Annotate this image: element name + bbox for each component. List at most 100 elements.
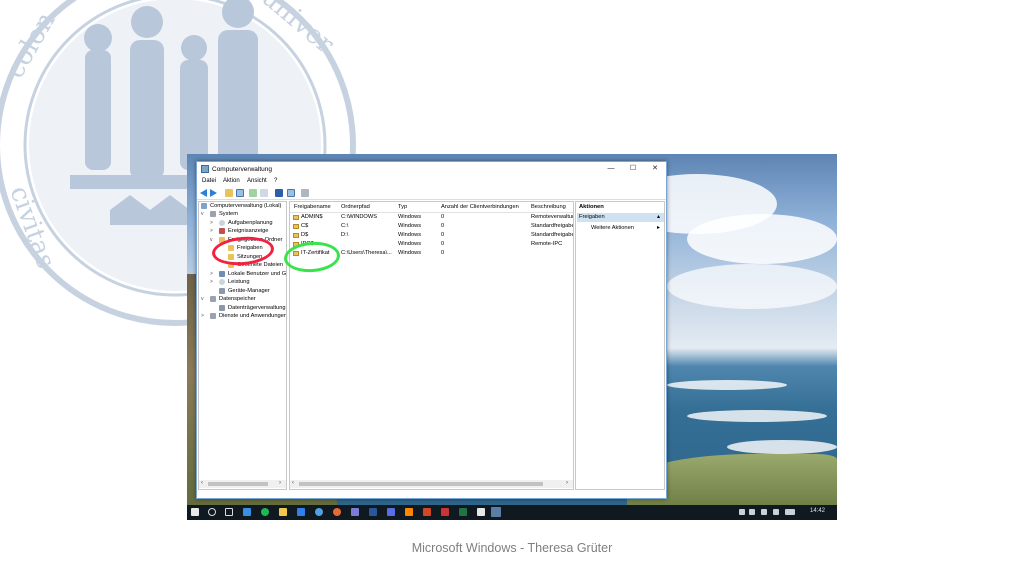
chevron-right-icon[interactable]: > <box>201 312 204 320</box>
scroll-left-icon[interactable]: ‹ <box>292 480 294 486</box>
title-bar[interactable]: Computerverwaltung — ☐ ✕ <box>197 162 666 177</box>
vlc-icon[interactable] <box>405 508 413 516</box>
actions-section-label: Freigaben <box>579 214 605 220</box>
menu-bar: Datei Aktion Ansicht ? <box>197 177 666 187</box>
menu-aktion[interactable]: Aktion <box>223 178 240 184</box>
windows-start-icon[interactable] <box>191 508 199 516</box>
app-icon[interactable] <box>477 508 485 516</box>
storage-icon <box>210 296 216 302</box>
minimize-button[interactable]: — <box>601 164 621 174</box>
tree-label: Aufgabenplanung <box>228 220 273 226</box>
computer-management-taskbar-icon[interactable] <box>491 507 501 517</box>
action-label: Weitere Aktionen <box>591 225 634 231</box>
column-header-row: Freigabename Ordnerpfad Typ Anzahl der C… <box>290 202 573 213</box>
column-header-beschreibung[interactable]: Beschreibung <box>531 204 566 210</box>
column-header-clientverbindungen[interactable]: Anzahl der Clientverbindungen <box>441 204 519 210</box>
cell-connections: 0 <box>441 232 445 238</box>
excel-icon[interactable] <box>459 508 467 516</box>
edge-icon[interactable] <box>243 508 251 516</box>
action-weitere-aktionen[interactable]: Weitere Aktionen ▸ <box>577 224 664 233</box>
surf-wave <box>727 440 837 454</box>
app-icon[interactable] <box>351 508 359 516</box>
cell-folder-path: D:\ <box>341 232 349 238</box>
tree-label: Datenspeicher <box>219 296 256 302</box>
volume-icon[interactable] <box>773 509 779 515</box>
spotify-icon[interactable] <box>261 508 269 516</box>
column-header-typ[interactable]: Typ <box>398 204 407 210</box>
cell-share-name: C$ <box>301 223 309 229</box>
chevron-right-icon[interactable]: > <box>210 227 213 235</box>
scroll-right-icon[interactable]: › <box>566 480 568 486</box>
tree-label: Ereignisanzeige <box>228 228 269 234</box>
menu-datei[interactable]: Datei <box>202 178 216 184</box>
firefox-icon[interactable] <box>333 508 341 516</box>
chevron-right-icon[interactable]: > <box>210 270 213 278</box>
pdf-icon[interactable] <box>441 508 449 516</box>
clock-icon <box>219 220 225 226</box>
cell-folder-path: C:\Users\Theresa\... <box>341 250 392 256</box>
cloud <box>687 214 837 264</box>
list-horizontal-scrollbar[interactable]: ‹ › <box>290 480 573 488</box>
browser-icon[interactable] <box>315 508 323 516</box>
submenu-arrow-icon: ▸ <box>657 225 661 231</box>
tree-label: Geräte-Manager <box>228 288 270 294</box>
menu-help[interactable]: ? <box>274 178 277 184</box>
folder-icon[interactable] <box>225 189 233 197</box>
app-icon[interactable] <box>387 508 395 516</box>
table-row[interactable]: ADMIN$ C:\WINDOWS Windows 0 Remoteverwal… <box>290 214 573 222</box>
shared-folder-icon <box>293 224 299 229</box>
close-button[interactable]: ✕ <box>645 164 665 174</box>
chevron-down-icon[interactable]: v <box>210 236 213 244</box>
chevron-right-icon[interactable]: > <box>210 219 213 227</box>
export-icon[interactable] <box>260 189 268 197</box>
actions-pane: Aktionen Freigaben ▴ Weitere Aktionen ▸ <box>575 201 665 490</box>
chevron-right-icon[interactable]: > <box>210 278 213 286</box>
keyboard-icon[interactable] <box>785 509 795 515</box>
word-icon[interactable] <box>369 508 377 516</box>
slide-footer-caption: Microsoft Windows - Theresa Grüter <box>411 541 613 555</box>
tray-icon[interactable] <box>761 509 767 515</box>
scrollbar-thumb[interactable] <box>208 482 268 486</box>
tree-label: Dienste und Anwendungen <box>219 313 287 319</box>
collapse-arrow-icon[interactable]: ▴ <box>657 213 660 220</box>
cell-description: Remote-IPC <box>531 241 563 247</box>
tree-label: Lokale Benutzer und Gr <box>228 271 287 277</box>
tree-label: System <box>219 211 238 217</box>
windows-taskbar: 14:42 <box>187 505 837 520</box>
tray-icon[interactable] <box>739 509 745 515</box>
forward-arrow-icon[interactable] <box>210 189 217 197</box>
window-title: Computerverwaltung <box>212 166 272 173</box>
column-header-ordnerpfad[interactable]: Ordnerpfad <box>341 204 370 210</box>
cell-type: Windows <box>398 214 422 220</box>
scroll-left-icon[interactable]: ‹ <box>201 480 203 486</box>
column-header-freigabename[interactable]: Freigabename <box>294 204 331 210</box>
help-icon[interactable] <box>275 189 283 197</box>
chevron-down-icon[interactable]: v <box>201 210 204 218</box>
store-icon[interactable] <box>297 508 305 516</box>
properties-icon[interactable] <box>287 189 295 197</box>
new-share-icon[interactable] <box>301 189 309 197</box>
powerpoint-icon[interactable] <box>423 508 431 516</box>
actions-section-freigaben[interactable]: Freigaben ▴ <box>577 213 664 222</box>
console-tree-icon[interactable] <box>236 189 244 197</box>
network-icon[interactable] <box>749 509 755 515</box>
file-explorer-icon[interactable] <box>279 508 287 516</box>
table-row[interactable]: D$ D:\ Windows 0 Standardfreigabe <box>290 232 573 240</box>
chevron-down-icon[interactable]: v <box>201 295 204 303</box>
taskbar-clock[interactable]: 14:42 <box>810 508 825 514</box>
scroll-right-icon[interactable]: › <box>279 480 281 486</box>
tree-label: Computerverwaltung (Lokal) <box>210 203 282 209</box>
back-arrow-icon[interactable] <box>200 189 207 197</box>
scrollbar-thumb[interactable] <box>299 482 543 486</box>
table-row[interactable]: C$ C:\ Windows 0 Standardfreigabe <box>290 223 573 231</box>
task-view-icon[interactable] <box>225 508 233 516</box>
maximize-button[interactable]: ☐ <box>623 164 643 174</box>
shared-folder-icon <box>293 215 299 220</box>
cell-type: Windows <box>398 250 422 256</box>
refresh-icon[interactable] <box>249 189 257 197</box>
computer-management-window: Computerverwaltung — ☐ ✕ Datei Aktion An… <box>196 161 667 499</box>
tree-horizontal-scrollbar[interactable]: ‹ › <box>199 480 286 488</box>
search-icon[interactable] <box>208 508 216 516</box>
menu-ansicht[interactable]: Ansicht <box>247 178 267 184</box>
device-manager-icon <box>219 288 225 294</box>
